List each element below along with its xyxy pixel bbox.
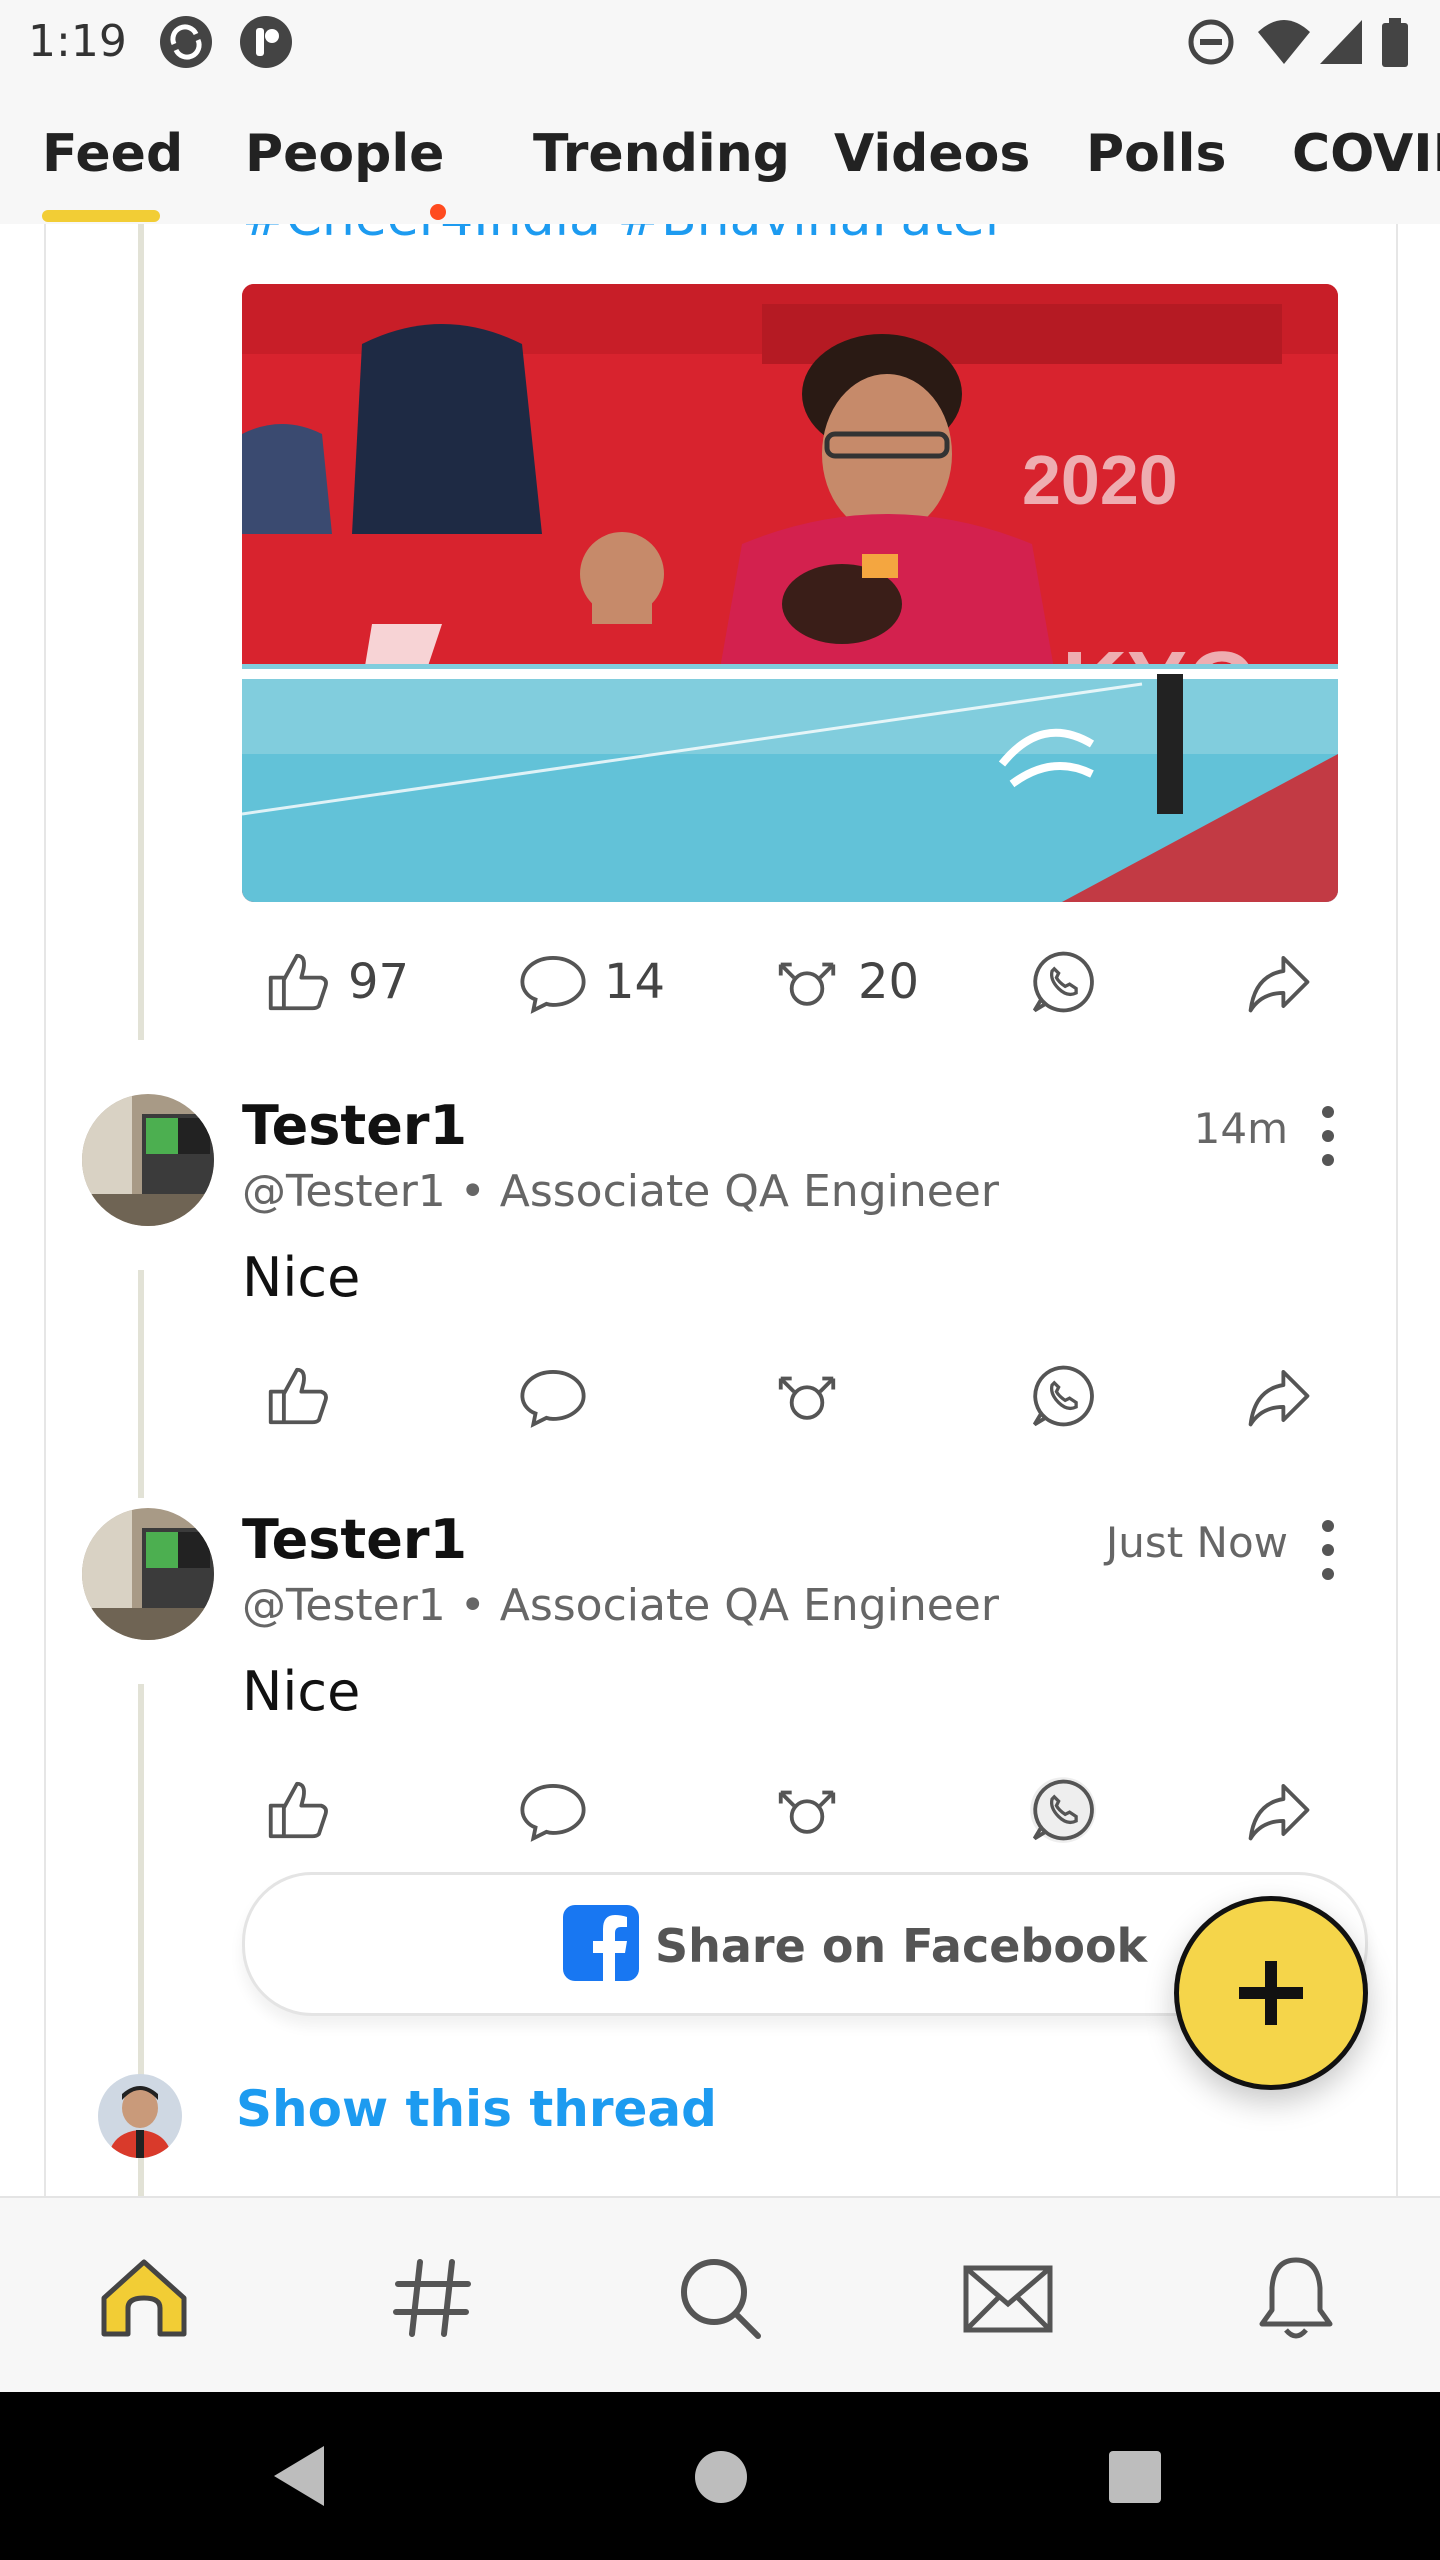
- compose-fab-button[interactable]: [1174, 1896, 1368, 2090]
- like-button[interactable]: [262, 1356, 332, 1436]
- selected-tab-indicator: [42, 210, 160, 222]
- people-notification-dot: [430, 204, 446, 220]
- system-navigation-bar: [0, 2392, 1440, 2560]
- share-button[interactable]: [1244, 942, 1314, 1022]
- rekoo-button[interactable]: [772, 1356, 842, 1436]
- tab-people[interactable]: People: [245, 124, 444, 184]
- post-action-row: 97 14 20: [242, 942, 1342, 1022]
- like-button[interactable]: 97: [262, 942, 409, 1022]
- table-tennis-player-photo[interactable]: 2020 KYO: [242, 284, 1338, 902]
- comment-text: Nice: [242, 1246, 361, 1309]
- share-arrow-icon: [1248, 1370, 1310, 1427]
- like-button[interactable]: [262, 1770, 332, 1850]
- comment-timestamp: Just Now: [1105, 1518, 1288, 1567]
- comment-author-meta: @Tester1 • Associate QA Engineer: [242, 1580, 999, 1631]
- avatar[interactable]: [98, 2074, 182, 2158]
- do-not-disturb-icon: [1186, 14, 1236, 75]
- svg-text:2020: 2020: [1022, 441, 1178, 519]
- post-hashtags[interactable]: #Cheer4India #BhavinaPatel: [242, 224, 999, 248]
- share-arrow-icon: [1248, 1784, 1310, 1841]
- whatsapp-icon: [1032, 1365, 1094, 1427]
- share-on-facebook-label: Share on Facebook: [655, 1918, 1148, 1973]
- comment-bubble-icon: [520, 1370, 586, 1428]
- comment-button[interactable]: [518, 1770, 588, 1850]
- tab-polls[interactable]: Polls: [1086, 124, 1226, 184]
- like-count: 97: [348, 954, 410, 1010]
- comment-author-meta: @Tester1 • Associate QA Engineer: [242, 1166, 999, 1217]
- signal-icon: [1316, 14, 1366, 75]
- comment-bubble-icon: [520, 1784, 586, 1842]
- whatsapp-icon: [1032, 951, 1094, 1013]
- share-button[interactable]: [1244, 1356, 1314, 1436]
- rekoo-icon: [778, 962, 836, 1006]
- feed-tab-bar: Feed People Trending Videos Polls COVID: [0, 84, 1440, 224]
- comment-action-row: [242, 1770, 1342, 1850]
- comment-button[interactable]: 14: [518, 942, 665, 1022]
- whatsapp-share-button[interactable]: [1028, 1770, 1098, 1850]
- rekoo-count: 20: [858, 954, 920, 1010]
- thread-line: [138, 224, 144, 1040]
- comment-bubble-icon: [520, 956, 586, 1014]
- comment-action-row: [242, 1356, 1342, 1436]
- comment-author-name[interactable]: Tester1: [242, 1508, 467, 1571]
- comment-timestamp: 14m: [1193, 1104, 1288, 1153]
- nav-search-icon[interactable]: [670, 2248, 770, 2348]
- more-options-icon[interactable]: [1318, 1106, 1338, 1166]
- status-bar: 1:19: [0, 0, 1440, 84]
- rekoo-icon: [778, 1790, 836, 1834]
- whatsapp-icon: [1030, 1777, 1096, 1843]
- avatar[interactable]: [82, 1508, 214, 1640]
- thread-line: [138, 1270, 144, 1498]
- more-options-icon[interactable]: [1318, 1520, 1338, 1580]
- back-icon[interactable]: [268, 2442, 336, 2515]
- whatsapp-share-button[interactable]: [1028, 1356, 1098, 1436]
- sync-icon: [158, 14, 214, 75]
- comment-text: Nice: [242, 1660, 361, 1723]
- feed-scroll-area[interactable]: #Cheer4India #BhavinaPatel 2020 KYO: [0, 224, 1440, 2196]
- rekoo-button[interactable]: 20: [772, 942, 919, 1022]
- tab-videos[interactable]: Videos: [834, 124, 1030, 184]
- tab-trending[interactable]: Trending: [533, 124, 790, 184]
- show-thread-link[interactable]: Show this thread: [236, 2080, 717, 2138]
- share-arrow-icon: [1248, 956, 1310, 1013]
- wifi-icon: [1256, 14, 1312, 75]
- nav-mail-icon[interactable]: [958, 2248, 1058, 2348]
- battery-icon: [1380, 14, 1410, 75]
- plus-icon: [1239, 1961, 1303, 2025]
- thumbs-up-icon: [268, 1367, 328, 1425]
- bottom-navigation: [0, 2196, 1440, 2394]
- avatar[interactable]: [82, 1094, 214, 1226]
- facebook-icon: [563, 1905, 639, 1986]
- rekoo-button[interactable]: [772, 1770, 842, 1850]
- comment-author-name[interactable]: Tester1: [242, 1094, 467, 1157]
- nav-hashtag-icon[interactable]: [382, 2248, 482, 2348]
- share-button[interactable]: [1244, 1770, 1314, 1850]
- nav-home-icon[interactable]: [94, 2248, 194, 2348]
- whatsapp-share-button[interactable]: [1028, 942, 1098, 1022]
- thumbs-up-icon: [268, 1781, 328, 1839]
- status-time: 1:19: [28, 16, 127, 67]
- comment-count: 14: [604, 954, 666, 1010]
- recents-icon[interactable]: [1108, 2450, 1162, 2509]
- tab-covid[interactable]: COVID: [1292, 124, 1440, 184]
- comment-button[interactable]: [518, 1356, 588, 1436]
- app-notification-icon: [238, 14, 294, 75]
- thumbs-up-icon: [268, 953, 328, 1011]
- nav-bell-icon[interactable]: [1246, 2248, 1346, 2348]
- home-circle-icon[interactable]: [694, 2450, 748, 2509]
- tab-feed[interactable]: Feed: [42, 124, 183, 184]
- rekoo-icon: [778, 1376, 836, 1420]
